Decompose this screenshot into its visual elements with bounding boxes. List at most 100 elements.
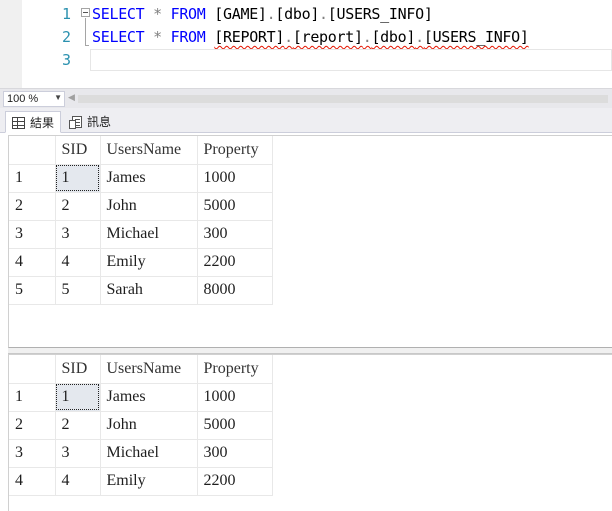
cell-usersname[interactable]: John (100, 192, 198, 221)
row-number[interactable]: 4 (9, 248, 56, 277)
fold-guide-end (85, 45, 89, 46)
cell-sid[interactable]: 3 (55, 220, 101, 249)
cell-sid[interactable]: 3 (55, 439, 101, 468)
cell-usersname[interactable]: Sarah (100, 276, 198, 305)
zoom-value: 100 % (7, 93, 39, 105)
line-number: 2 (61, 28, 71, 46)
operator-dot: . (415, 28, 424, 46)
column-header[interactable]: Property (197, 136, 273, 165)
operator-star: * (153, 28, 162, 46)
table-row: 2 2 John 5000 (9, 192, 273, 221)
keyword-from: FROM (170, 28, 206, 46)
result-table: SID UsersName Property 1 1 James 1000 2 … (9, 136, 273, 305)
cell-usersname[interactable]: Michael (100, 220, 198, 249)
tab-results-label: 結果 (30, 116, 55, 130)
cell-sid[interactable]: 2 (55, 411, 101, 440)
table-row: 5 5 Sarah 8000 (9, 276, 273, 305)
cell-property[interactable]: 300 (197, 220, 273, 249)
column-header[interactable]: UsersName (100, 355, 198, 384)
keyword-select: SELECT (92, 28, 145, 46)
collapse-region-icon[interactable] (81, 8, 90, 17)
cell-property[interactable]: 2200 (197, 248, 273, 277)
code-line-1[interactable]: SELECT * FROM [GAME].[dbo].[USERS_INFO] (92, 3, 433, 26)
results-tab-bar: 結果 訊息 (0, 108, 612, 133)
messages-icon (69, 116, 82, 129)
tab-messages-label: 訊息 (87, 115, 112, 129)
table-row: 4 4 Emily 2200 (9, 248, 273, 277)
cell-property[interactable]: 1000 (197, 164, 273, 193)
cell-sid[interactable]: 4 (55, 467, 101, 496)
cell-property[interactable]: 8000 (197, 276, 273, 305)
identifier-table: [USERS_INFO] (327, 5, 433, 23)
grid-icon (12, 117, 25, 129)
identifier-server: [REPORT] (214, 28, 285, 46)
zoom-select[interactable]: 100 % ▼ (3, 91, 65, 107)
operator-star: * (153, 5, 162, 23)
scroll-left-arrow-icon[interactable]: ◀ (68, 92, 75, 103)
row-number[interactable]: 1 (9, 383, 56, 412)
editor-status-bar: 100 % ▼ ◀ (0, 88, 612, 108)
cell-usersname[interactable]: John (100, 411, 198, 440)
cell-property[interactable]: 2200 (197, 467, 273, 496)
code-line-2[interactable]: SELECT * FROM [REPORT].[report].[dbo].[U… (92, 26, 529, 49)
result-grid-1[interactable]: SID UsersName Property 1 1 James 1000 2 … (8, 135, 612, 348)
cell-usersname[interactable]: James (100, 164, 198, 193)
table-row: 2 2 John 5000 (9, 411, 273, 440)
row-number[interactable]: 2 (9, 411, 56, 440)
row-number[interactable]: 1 (9, 164, 56, 193)
column-header[interactable]: UsersName (100, 136, 198, 165)
cell-sid[interactable]: 2 (55, 192, 101, 221)
header-row: SID UsersName Property (9, 136, 273, 165)
editor-selection-margin (0, 0, 22, 88)
line-number-gutter: 1 2 3 (22, 0, 80, 88)
result-table: SID UsersName Property 1 1 James 1000 2 … (9, 355, 273, 496)
cell-property[interactable]: 1000 (197, 383, 273, 412)
identifier-database: [GAME] (214, 5, 267, 23)
table-row: 3 3 Michael 300 (9, 220, 273, 249)
table-row: 4 4 Emily 2200 (9, 467, 273, 496)
cell-usersname[interactable]: Michael (100, 439, 198, 468)
keyword-select: SELECT (92, 5, 145, 23)
column-header[interactable]: SID (55, 355, 101, 384)
cell-usersname[interactable]: James (100, 383, 198, 412)
table-row: 1 1 James 1000 (9, 383, 273, 412)
header-row: SID UsersName Property (9, 355, 273, 384)
cell-usersname[interactable]: Emily (100, 467, 198, 496)
operator-dot: . (319, 5, 328, 23)
row-number[interactable]: 3 (9, 220, 56, 249)
current-line-highlight (90, 49, 612, 71)
select-all-corner[interactable] (9, 355, 56, 384)
query-editor[interactable]: 1 2 3 SELECT * FROM [GAME].[dbo].[USERS_… (0, 0, 612, 88)
table-row: 1 1 James 1000 (9, 164, 273, 193)
cell-usersname[interactable]: Emily (100, 248, 198, 277)
line-number: 3 (61, 51, 71, 69)
results-area: SID UsersName Property 1 1 James 1000 2 … (0, 133, 612, 511)
keyword-from: FROM (170, 5, 206, 23)
horizontal-scrollbar[interactable] (78, 95, 608, 103)
cell-property[interactable]: 300 (197, 439, 273, 468)
tab-results[interactable]: 結果 (5, 111, 62, 133)
line-number: 1 (61, 5, 71, 23)
table-row: 3 3 Michael 300 (9, 439, 273, 468)
identifier-table: [USERS_INFO] (423, 28, 529, 46)
cell-sid[interactable]: 1 (55, 383, 101, 412)
cell-property[interactable]: 5000 (197, 192, 273, 221)
select-all-corner[interactable] (9, 136, 56, 165)
row-number[interactable]: 4 (9, 467, 56, 496)
cell-sid[interactable]: 4 (55, 248, 101, 277)
column-header[interactable]: Property (197, 355, 273, 384)
row-number[interactable]: 5 (9, 276, 56, 305)
cell-sid[interactable]: 5 (55, 276, 101, 305)
result-grid-2[interactable]: SID UsersName Property 1 1 James 1000 2 … (8, 354, 612, 511)
cell-sid[interactable]: 1 (55, 164, 101, 193)
row-number[interactable]: 2 (9, 192, 56, 221)
column-header[interactable]: SID (55, 136, 101, 165)
row-number[interactable]: 3 (9, 439, 56, 468)
cell-property[interactable]: 5000 (197, 411, 273, 440)
identifier-database: [report] (292, 28, 363, 46)
tab-messages[interactable]: 訊息 (63, 111, 117, 133)
identifier-schema: [dbo] (371, 28, 416, 46)
fold-guide (85, 18, 86, 46)
identifier-schema: [dbo] (275, 5, 320, 23)
chevron-down-icon: ▼ (54, 93, 62, 102)
